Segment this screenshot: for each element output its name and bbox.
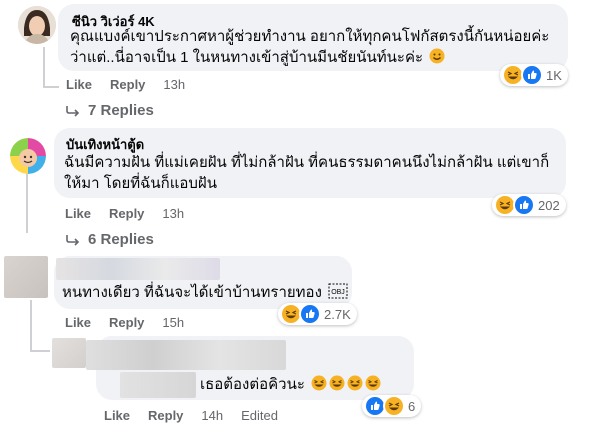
avatar[interactable] xyxy=(18,6,56,44)
reaction-count: 6 xyxy=(408,398,416,414)
thread-line-1 xyxy=(43,47,45,87)
haha-icon xyxy=(365,375,381,391)
obj-glyph-icon: OBJ xyxy=(328,283,348,299)
comment-text-line-1: หนทางเดียว ที่ฉันจะได้เข้าบ้านทรายทอง xyxy=(62,284,322,301)
like-reaction-icon xyxy=(299,303,321,325)
thread-line-2 xyxy=(26,173,28,233)
reaction-count: 1K xyxy=(546,67,562,83)
view-replies-label: 7 Replies xyxy=(88,102,154,119)
comment-timestamp[interactable]: 13h xyxy=(163,77,185,92)
like-button[interactable]: Like xyxy=(65,315,91,330)
comment-actions: Like Reply 14h Edited xyxy=(104,408,296,423)
view-replies-link[interactable]: 7 Replies xyxy=(66,102,154,119)
view-replies-link[interactable]: 6 Replies xyxy=(66,231,154,248)
comment-text-line-2: ว่าแต่..นี่อาจเป็น 1 ในหนทางเข้าสู่บ้านม… xyxy=(70,49,424,66)
edited-label: Edited xyxy=(241,408,278,423)
haha-icon xyxy=(329,375,345,391)
thread-line-3 xyxy=(30,300,32,350)
haha-reaction-icon xyxy=(383,395,405,417)
svg-text:OBJ: OBJ xyxy=(331,289,345,296)
comment-actions: Like Reply 13h xyxy=(65,206,202,221)
comment-text-line: ฉันมีความฝัน ที่แม่เคยฝัน ที่ไม่กล้าฝัน … xyxy=(64,154,550,171)
comment-text-line: เธอต้องต่อคิวนะ xyxy=(200,374,383,396)
reply-button[interactable]: Reply xyxy=(109,206,144,221)
redacted-text-start xyxy=(120,372,196,398)
haha-icon xyxy=(311,375,327,391)
reaction-summary[interactable]: 202 xyxy=(492,194,566,216)
view-replies-label: 6 Replies xyxy=(88,231,154,248)
comment-timestamp[interactable]: 13h xyxy=(162,206,184,221)
comment-actions: Like Reply 15h xyxy=(65,315,202,330)
reply-arrow-icon xyxy=(66,105,80,117)
rainbow-avatar-icon xyxy=(10,138,46,174)
reply-arrow-icon xyxy=(66,234,80,246)
reaction-summary[interactable]: 1K xyxy=(500,64,568,86)
like-reaction-icon xyxy=(513,194,535,216)
smiling-face-icon xyxy=(429,48,445,64)
avatar-face-icon xyxy=(18,6,56,44)
reply-button[interactable]: Reply xyxy=(109,315,144,330)
redacted-avatar xyxy=(52,338,86,368)
redacted-author-name xyxy=(56,258,220,280)
reply-button[interactable]: Reply xyxy=(148,408,183,423)
like-button[interactable]: Like xyxy=(65,206,91,221)
comment-timestamp[interactable]: 15h xyxy=(162,315,184,330)
comment-text-line: คุณแบงค์เขาประกาศหาผู้ช่วยทำงาน อยากให้ท… xyxy=(70,28,550,45)
thread-line-3-h xyxy=(30,350,50,352)
redacted-avatar xyxy=(4,256,48,298)
redacted-author-name xyxy=(86,340,286,370)
like-button[interactable]: Like xyxy=(66,77,92,92)
reaction-summary[interactable]: 2.7K xyxy=(278,303,357,325)
comment-text-line-1: เธอต้องต่อคิวนะ xyxy=(200,376,305,393)
reaction-count: 202 xyxy=(538,197,560,213)
haha-icon xyxy=(347,375,363,391)
reply-button[interactable]: Reply xyxy=(110,77,145,92)
reaction-count: 2.7K xyxy=(324,306,351,322)
thread-line-1-curve xyxy=(43,86,59,88)
inline-haha-icons xyxy=(309,375,383,393)
comment-timestamp[interactable]: 14h xyxy=(201,408,223,423)
avatar[interactable] xyxy=(10,138,46,174)
like-reaction-icon xyxy=(521,64,543,86)
comment-text-line: ว่าแต่..นี่อาจเป็น 1 ในหนทางเข้าสู่บ้านม… xyxy=(70,47,445,69)
comment-text-line: หนทางเดียว ที่ฉันจะได้เข้าบ้านทรายทอง OB… xyxy=(62,282,348,304)
like-button[interactable]: Like xyxy=(104,408,130,423)
comment-text-line: ให้มา โดยที่ฉันก็แอบฝัน xyxy=(64,175,217,192)
comment-actions: Like Reply 13h xyxy=(66,77,203,92)
reaction-summary[interactable]: 6 xyxy=(362,395,422,417)
